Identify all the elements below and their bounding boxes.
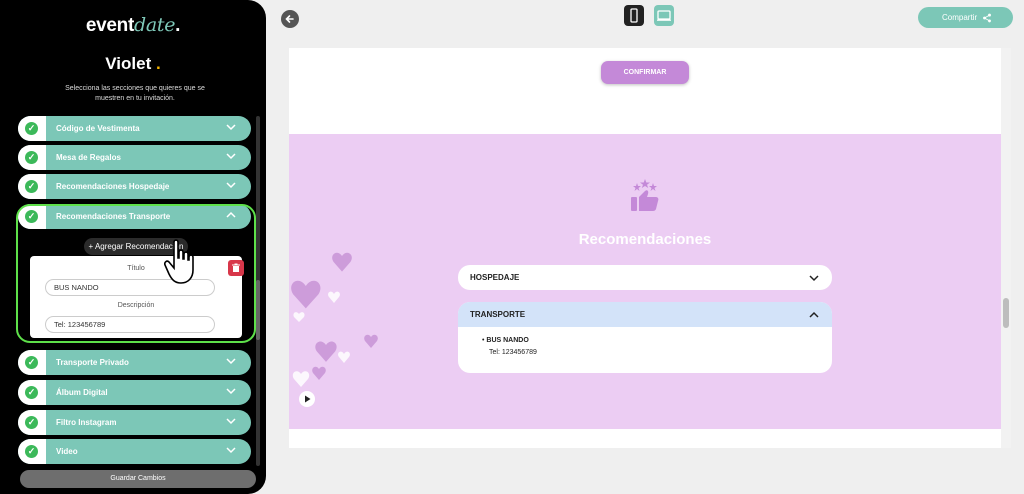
play-icon — [305, 395, 311, 403]
section-label: Código de Vestimenta — [56, 124, 140, 133]
title-label: Título — [127, 265, 145, 272]
check-icon: ✓ — [25, 122, 38, 135]
preview-scrollbar-thumb[interactable] — [1003, 298, 1009, 328]
chevron-down-icon[interactable] — [225, 179, 237, 191]
section-label: Transporte Privado — [56, 358, 129, 367]
sidebar: eventdate. Violet . Selecciona las secci… — [0, 0, 266, 494]
phone-icon — [630, 8, 638, 23]
section-label: Filtro Instagram — [56, 418, 117, 427]
delete-button[interactable] — [228, 260, 244, 276]
chevron-down-icon[interactable] — [225, 444, 237, 456]
accordion-title: HOSPEDAJE — [470, 273, 520, 282]
check-icon: ✓ — [25, 386, 38, 399]
play-button[interactable] — [299, 391, 315, 407]
section-label: Recomendaciones Hospedaje — [56, 182, 170, 191]
section-lodging-recs[interactable]: ✓ Recomendaciones Hospedaje — [18, 174, 251, 199]
accordion-hospedaje[interactable]: HOSPEDAJE — [458, 265, 832, 290]
share-label: Compartir — [942, 13, 978, 22]
share-icon — [983, 13, 991, 23]
chevron-down-icon[interactable] — [225, 150, 237, 162]
event-name: Violet . — [105, 54, 161, 73]
share-button[interactable]: Compartir — [918, 7, 1013, 28]
section-label: Mesa de Regalos — [56, 153, 121, 162]
desktop-icon — [657, 10, 671, 21]
section-label: Álbum Digital — [56, 388, 108, 397]
hearts-decoration — [291, 252, 378, 387]
accordion-header[interactable]: TRANSPORTE — [458, 302, 832, 327]
recommendations-title: Recomendaciones — [578, 231, 712, 248]
chevron-up-icon — [809, 311, 819, 318]
chevron-down-icon[interactable] — [225, 385, 237, 397]
chevron-down-icon — [809, 275, 819, 282]
section-video[interactable]: ✓ Video — [18, 439, 251, 464]
check-toggle[interactable]: ✓ — [18, 116, 46, 141]
thumbs-up-stars-icon — [631, 179, 659, 211]
preview-footer — [289, 429, 1001, 448]
section-instagram-filter[interactable]: ✓ Filtro Instagram — [18, 410, 251, 435]
chevron-down-icon[interactable] — [225, 415, 237, 427]
logo: eventdate. — [85, 14, 181, 36]
section-dress-code[interactable]: ✓ Código de Vestimenta — [18, 116, 251, 141]
desktop-view-toggle[interactable] — [654, 5, 674, 26]
save-changes-button[interactable]: Guardar Cambios — [20, 470, 256, 488]
hand-cursor-icon — [164, 239, 194, 284]
check-toggle[interactable]: ✓ — [18, 145, 46, 170]
check-icon: ✓ — [25, 416, 38, 429]
recommendation-detail: Tel: 123456789 — [489, 349, 537, 356]
section-label: Video — [56, 447, 78, 456]
check-icon: ✓ — [25, 445, 38, 458]
bullet: • — [482, 337, 485, 344]
check-toggle[interactable]: ✓ — [18, 174, 46, 199]
section-private-transport[interactable]: ✓ Transporte Privado — [18, 350, 251, 375]
recommendation-name: BUS NANDO — [486, 337, 529, 344]
instructions-text: Selecciona las secciones que quieres que… — [65, 85, 205, 102]
accordion-header[interactable]: HOSPEDAJE — [458, 265, 832, 290]
mobile-view-toggle[interactable] — [624, 5, 644, 26]
accordion-title: TRANSPORTE — [470, 310, 526, 319]
invitation-preview: CONFIRMAR Recomendaciones HOSPEDAJE TRAN… — [289, 48, 1001, 448]
check-toggle[interactable]: ✓ — [18, 350, 46, 375]
chevron-down-icon[interactable] — [225, 355, 237, 367]
back-button[interactable] — [281, 10, 299, 28]
accordion-body: • BUS NANDO Tel: 123456789 — [458, 327, 832, 359]
description-label: Descripción — [117, 302, 155, 309]
confirm-button[interactable]: CONFIRMAR — [601, 61, 689, 84]
accordion-transporte[interactable]: TRANSPORTE • BUS NANDO Tel: 123456789 — [458, 302, 832, 373]
trash-icon — [232, 263, 240, 272]
check-toggle[interactable]: ✓ — [18, 410, 46, 435]
check-icon: ✓ — [25, 180, 38, 193]
recommendation-form: Título BUS NANDO Descripción Tel: 123456… — [30, 256, 242, 338]
preview-scrollbar[interactable] — [1001, 48, 1011, 448]
check-toggle[interactable]: ✓ — [18, 439, 46, 464]
chevron-down-icon[interactable] — [225, 121, 237, 133]
description-input[interactable]: Tel: 123456789 — [45, 316, 215, 333]
recommendations-section: Recomendaciones HOSPEDAJE TRANSPORTE • B… — [289, 134, 1001, 429]
sidebar-scrollbar-thumb[interactable] — [256, 280, 260, 340]
list-item: • BUS NANDO — [482, 335, 820, 347]
section-gift-table[interactable]: ✓ Mesa de Regalos — [18, 145, 251, 170]
check-icon: ✓ — [25, 356, 38, 369]
section-digital-album[interactable]: ✓ Álbum Digital — [18, 380, 251, 405]
check-icon: ✓ — [25, 151, 38, 164]
arrow-left-icon — [285, 15, 294, 23]
check-toggle[interactable]: ✓ — [18, 380, 46, 405]
